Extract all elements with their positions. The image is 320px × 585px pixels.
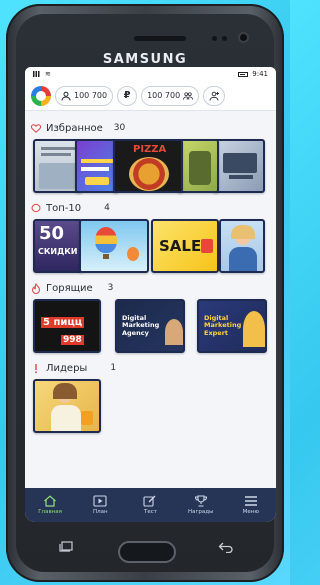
thumb-card[interactable]: 5 пицц 998 xyxy=(33,299,101,353)
thumb-card[interactable] xyxy=(177,139,219,193)
device-brand: SAMSUNG xyxy=(102,52,188,67)
thumb-row: PIZZA xyxy=(31,139,270,195)
play-icon xyxy=(93,495,107,507)
thumb-card[interactable]: Digital Marketing Agency xyxy=(115,299,185,353)
menu-icon xyxy=(244,496,257,506)
section-count: 4 xyxy=(104,203,110,213)
thumb-title: Digital Marketing Expert xyxy=(204,314,242,337)
section-title: Топ-10 xyxy=(46,202,82,214)
bottom-navigation: Главная План Тест Награды Меню xyxy=(25,488,276,522)
section-leaders: Лидеры 1 xyxy=(31,361,270,435)
recent-apps-key[interactable] xyxy=(58,538,74,557)
section-count: 1 xyxy=(110,363,117,373)
section-title: Лидеры xyxy=(46,362,88,374)
section-header[interactable]: Горящие 3 xyxy=(31,281,270,295)
home-icon xyxy=(44,495,56,507)
coins-balance[interactable]: 100 700 xyxy=(55,85,114,106)
thumb-title: 50 xyxy=(39,223,65,244)
section-header[interactable]: Лидеры 1 xyxy=(31,361,270,375)
section-title: Избранное xyxy=(46,122,103,134)
thumb-price: 998 xyxy=(61,335,84,345)
exclamation-icon xyxy=(31,363,41,373)
thumb-title: PIZZA xyxy=(133,144,167,155)
nav-label: Главная xyxy=(38,509,62,515)
trophy-icon xyxy=(194,495,207,507)
nav-label: План xyxy=(92,509,108,515)
thumb-card[interactable] xyxy=(79,219,149,273)
section-count: 3 xyxy=(107,283,114,293)
badge-icon xyxy=(31,203,41,213)
coins-value: 100 700 xyxy=(74,91,108,100)
nav-menu[interactable]: Меню xyxy=(227,495,275,515)
fire-icon xyxy=(31,282,41,294)
heart-icon xyxy=(31,123,41,133)
section-count: 30 xyxy=(113,123,126,133)
thumb-title: 5 пицц xyxy=(41,317,85,328)
thumb-card[interactable] xyxy=(213,139,265,193)
ruble-button[interactable]: ₽ xyxy=(117,85,138,106)
battery-icon xyxy=(238,71,249,77)
nav-rewards[interactable]: Награды xyxy=(177,495,225,515)
back-icon xyxy=(218,542,233,554)
light-sensor xyxy=(222,36,227,41)
thumb-card[interactable]: Digital Marketing Expert xyxy=(197,299,267,353)
add-user-icon xyxy=(209,91,220,101)
thumb-row: 5 пицц 998 Digital Marketing Agency Digi… xyxy=(31,299,270,355)
user-icon xyxy=(61,91,71,101)
nav-label: Меню xyxy=(242,509,260,515)
front-camera xyxy=(238,32,249,43)
group-icon xyxy=(183,91,194,101)
section-header[interactable]: Избранное 30 xyxy=(31,121,270,135)
section-header[interactable]: Топ-10 4 xyxy=(31,201,270,215)
section-hot: Горящие 3 5 пицц 998 Digital Marketing A… xyxy=(31,281,270,355)
thumb-card[interactable]: PIZZA xyxy=(113,139,183,193)
add-user-button[interactable] xyxy=(203,85,226,106)
ruble-balance[interactable]: 100 700 xyxy=(141,85,200,106)
home-key[interactable] xyxy=(118,541,176,563)
recent-apps-icon xyxy=(59,541,73,552)
section-title: Горящие xyxy=(46,282,93,294)
top-bar: 100 700 ₽ 100 700 xyxy=(25,81,276,111)
earpiece-speaker xyxy=(134,36,186,41)
thumb-row: 50 СКИДКИ SALE xyxy=(31,219,270,275)
thumb-card[interactable]: SALE xyxy=(151,219,219,273)
nav-home[interactable]: Главная xyxy=(26,495,74,515)
nav-test[interactable]: Тест xyxy=(126,495,174,515)
nav-label: Тест xyxy=(143,509,157,515)
signal-icon xyxy=(33,71,41,77)
back-key[interactable] xyxy=(218,538,234,557)
ruble-value: 100 700 xyxy=(147,91,181,100)
thumb-card[interactable] xyxy=(219,219,265,273)
status-time: 9:41 xyxy=(252,70,268,78)
thumb-row xyxy=(31,379,270,435)
app-screen: ≋ 9:41 100 700 ₽ 100 700 Избранное 30 PI… xyxy=(25,67,276,522)
status-bar: ≋ 9:41 xyxy=(25,67,276,81)
collections: Избранное 30 PIZZA Топ-10 4 50 СКИДКИ SA… xyxy=(25,111,276,435)
app-logo[interactable] xyxy=(31,85,51,106)
proximity-sensor xyxy=(212,36,217,41)
nav-plan[interactable]: План xyxy=(76,495,124,515)
thumb-card[interactable]: 50 СКИДКИ xyxy=(33,219,83,273)
section-top10: Топ-10 4 50 СКИДКИ SALE xyxy=(31,201,270,275)
section-favorites: Избранное 30 PIZZA xyxy=(31,121,270,195)
nav-label: Награды xyxy=(187,509,214,515)
edit-icon xyxy=(143,495,156,507)
thumb-title: SALE xyxy=(159,237,202,255)
thumb-subtitle: СКИДКИ xyxy=(38,247,78,256)
wifi-icon: ≋ xyxy=(45,70,51,78)
thumb-title: Digital Marketing Agency xyxy=(122,314,160,337)
thumb-card[interactable] xyxy=(33,379,101,433)
